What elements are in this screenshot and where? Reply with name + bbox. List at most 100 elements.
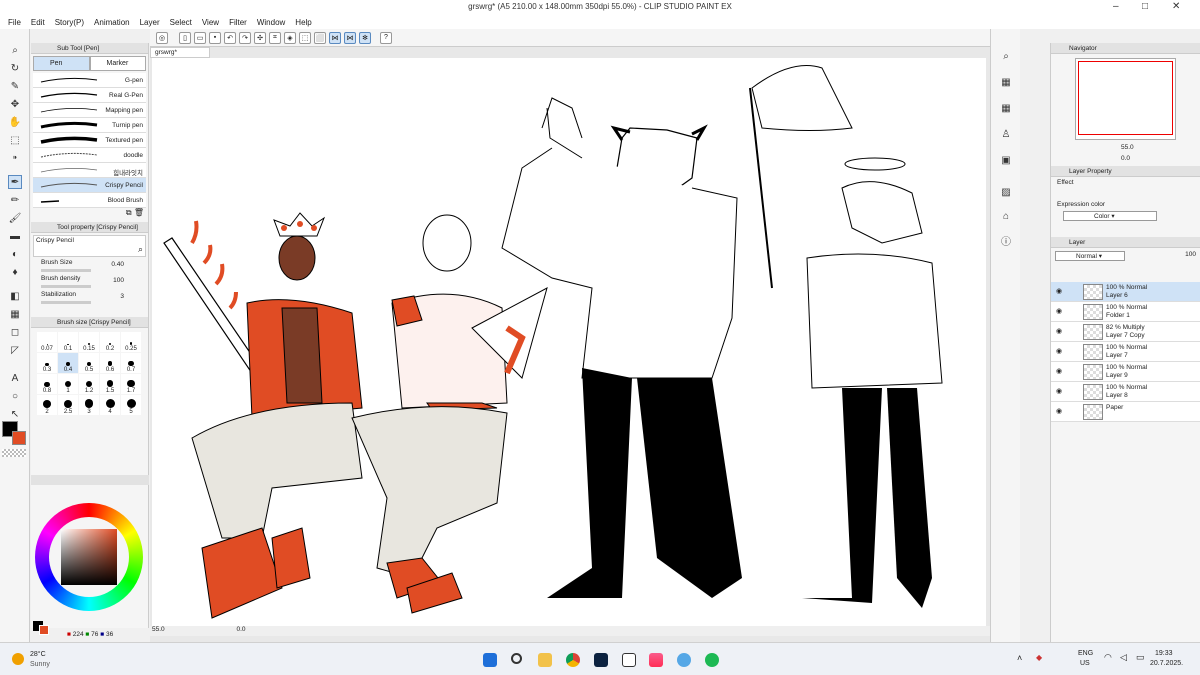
material-icon[interactable]: ▦ <box>999 75 1013 89</box>
brush-item[interactable]: Textured pen <box>33 133 146 148</box>
brush-size-cell[interactable]: 0.6 <box>100 353 120 373</box>
figure-material-icon[interactable]: ♙ <box>999 127 1013 141</box>
snap-grid-icon[interactable]: ⋈ <box>344 31 356 44</box>
rotate-tool-icon[interactable]: ↻ <box>8 61 22 75</box>
expression-color-select[interactable]: Color ▾ <box>1063 211 1157 221</box>
brush-size-cell[interactable]: 3 <box>79 395 99 415</box>
fill-tool-icon[interactable]: ♦ <box>8 265 22 279</box>
pencil-tool-icon[interactable]: ✏ <box>8 193 22 207</box>
layer-row[interactable]: ◉ 82 % Multiply Layer 7 Copy <box>1051 322 1200 342</box>
gradient-tool-icon[interactable]: ▦ <box>8 307 22 321</box>
menu-window[interactable]: Window <box>257 18 285 27</box>
canvas[interactable] <box>152 58 986 626</box>
selection-tool-icon[interactable]: ⬚ <box>8 133 22 147</box>
brush-size-cell[interactable]: 4 <box>100 395 120 415</box>
brush-size-cell[interactable]: 0.5 <box>79 353 99 373</box>
tab-pen[interactable]: Pen <box>33 56 90 71</box>
file-explorer-icon[interactable] <box>538 653 552 667</box>
battery-icon[interactable]: ▭ <box>1136 652 1145 663</box>
menu-edit[interactable]: Edit <box>31 18 45 27</box>
brush-item[interactable]: doodle <box>33 148 146 163</box>
eye-icon[interactable]: ◉ <box>1056 367 1062 375</box>
layer-row[interactable]: ◉ Paper <box>1051 402 1200 422</box>
tab-marker[interactable]: Marker <box>89 56 146 71</box>
sub-color-swatch[interactable] <box>12 431 26 445</box>
ruler-tool-icon[interactable]: ◸ <box>8 343 22 357</box>
zoom-tool-icon[interactable]: ⌕ <box>8 43 22 57</box>
clock-time[interactable]: 19:33 <box>1155 650 1173 657</box>
brush-size-cell[interactable]: 1 <box>58 374 78 394</box>
menu-animation[interactable]: Animation <box>94 18 130 27</box>
eyedropper-tool-icon[interactable]: ✎ <box>8 79 22 93</box>
hand-tool-icon[interactable]: ✋ <box>8 115 22 129</box>
stabilization-row[interactable]: Stabilization 3 <box>31 291 148 307</box>
menu-select[interactable]: Select <box>170 18 192 27</box>
figure-tool-icon[interactable]: ◻ <box>8 325 22 339</box>
weather-temp[interactable]: 28°C <box>30 651 46 658</box>
eraser-tool-icon[interactable]: ◧ <box>8 289 22 303</box>
brush-size-cell[interactable]: 2.5 <box>58 395 78 415</box>
photoshop-icon[interactable] <box>594 653 608 667</box>
spotify-icon[interactable] <box>705 653 719 667</box>
correct-line-tool-icon[interactable]: ↖ <box>8 407 22 421</box>
brush-size-cell[interactable]: 0.25 <box>121 332 141 352</box>
move-tool-icon[interactable]: ✥ <box>8 97 22 111</box>
brush-size-cell[interactable]: 0.2 <box>100 332 120 352</box>
snap-ruler-icon[interactable]: ⋈ <box>329 31 341 44</box>
brush-size-cell[interactable]: 0.3 <box>37 353 57 373</box>
layer-row[interactable]: ◉ 100 % Normal Layer 9 <box>1051 362 1200 382</box>
blend-mode-select[interactable]: Normal ▾ <box>1055 251 1125 261</box>
brush-size-cell[interactable]: 0.4 <box>58 353 78 373</box>
brush-size-cell[interactable]: 1.2 <box>79 374 99 394</box>
brush-item[interactable]: Blood Brush <box>33 193 146 208</box>
transparent-swatch[interactable] <box>2 449 26 457</box>
brush-tool-icon[interactable]: 🖌 <box>8 211 22 225</box>
brush-item[interactable]: Real G-Pen <box>33 88 146 103</box>
info-icon[interactable]: ⓘ <box>999 233 1013 248</box>
eye-icon[interactable]: ◉ <box>1056 387 1062 395</box>
brush-item[interactable]: Turnip pen <box>33 118 146 133</box>
chrome-icon[interactable] <box>566 653 580 667</box>
photo-material-icon[interactable]: ▣ <box>999 153 1013 167</box>
dropper-tool-icon[interactable]: ⁍ <box>8 151 22 165</box>
minimize-button[interactable]: – <box>1113 1 1119 12</box>
menu-view[interactable]: View <box>202 18 219 27</box>
brush-size-cell[interactable]: 0.7 <box>121 353 141 373</box>
brush-size-row[interactable]: Brush Size 0.40 <box>31 259 148 275</box>
search-icon[interactable]: ⌕ <box>138 244 143 255</box>
duplicate-icon[interactable]: ⧉ <box>126 208 132 217</box>
brush-size-cell[interactable]: 2 <box>37 395 57 415</box>
brush-item[interactable]: G-pen <box>33 73 146 88</box>
clear-icon[interactable]: ⬜ <box>314 31 326 44</box>
balloon-tool-icon[interactable]: ○ <box>8 389 22 403</box>
save-icon[interactable]: ▪ <box>209 31 221 44</box>
brush-size-cell[interactable]: 5 <box>121 395 141 415</box>
brush-size-cell[interactable]: 0.07 <box>37 332 57 352</box>
clip-studio-icon[interactable] <box>622 653 636 667</box>
close-button[interactable]: ✕ <box>1172 1 1180 12</box>
color-square[interactable] <box>61 529 117 585</box>
maximize-button[interactable]: □ <box>1142 1 1148 12</box>
open-folder-icon[interactable]: ▭ <box>194 31 206 44</box>
brush-item[interactable]: Mapping pen <box>33 103 146 118</box>
eye-icon[interactable]: ◉ <box>1056 327 1062 335</box>
zoom-value[interactable]: 55.0 <box>152 626 165 633</box>
angle-value[interactable]: 0.0 <box>236 626 245 633</box>
search-layer-icon[interactable]: ⌂ <box>999 209 1013 223</box>
layer-row[interactable]: ◉ 100 % Normal Layer 8 <box>1051 382 1200 402</box>
brush-item[interactable]: 힘내라잇치 <box>33 163 146 178</box>
menu-filter[interactable]: Filter <box>229 18 247 27</box>
opacity-value[interactable]: 100 <box>1185 251 1196 258</box>
eye-icon[interactable]: ◉ <box>1056 347 1062 355</box>
document-tab[interactable]: grswrg* <box>150 47 210 58</box>
crop-icon[interactable]: ⌗ <box>269 31 281 44</box>
wifi-icon[interactable]: ◠ <box>1104 652 1112 663</box>
language-indicator[interactable]: ENG <box>1078 650 1093 657</box>
transform-icon[interactable]: ✣ <box>254 31 266 44</box>
blend-tool-icon[interactable]: ◐ <box>8 247 22 261</box>
chevron-up-icon[interactable]: ˄ <box>1017 653 1022 663</box>
brush-size-cell[interactable]: 0.8 <box>37 374 57 394</box>
brush-density-row[interactable]: Brush density 100 <box>31 275 148 291</box>
undo-icon[interactable]: ↶ <box>224 31 236 44</box>
menu-help[interactable]: Help <box>295 18 311 27</box>
